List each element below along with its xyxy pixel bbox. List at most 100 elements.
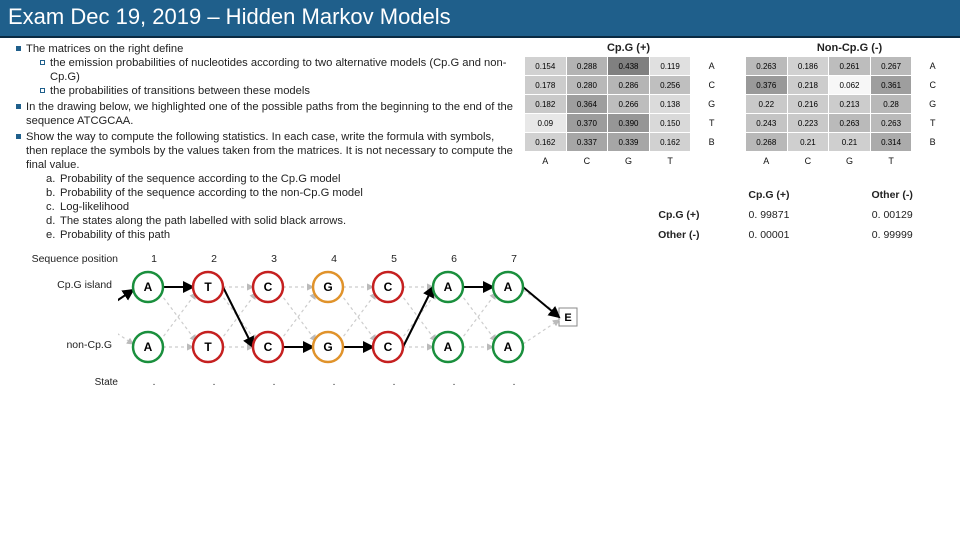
svg-text:T: T: [204, 340, 212, 354]
noncpg-emission-matrix: Non-Cp.G (-) 0.2630.1860.2610.267A0.3760…: [745, 42, 954, 171]
emission-cell: 0.119: [649, 57, 691, 76]
marker-b: b.: [46, 186, 55, 200]
emission-cell: 0.162: [525, 133, 567, 152]
bullet-3: Show the way to compute the following st…: [26, 131, 513, 171]
bullet-3a: Probability of the sequence according to…: [60, 173, 340, 185]
svg-text:C: C: [384, 340, 393, 354]
pos-6: 6: [424, 253, 484, 265]
emission-cell: 0.286: [608, 76, 650, 95]
emission-col-label: G: [829, 152, 871, 171]
svg-text:G: G: [323, 280, 332, 294]
svg-text:A: A: [504, 280, 513, 294]
svg-text:C: C: [384, 280, 393, 294]
seqpos-label: Sequence position: [0, 253, 124, 265]
emission-row-label: G: [912, 95, 954, 114]
svg-text:A: A: [144, 280, 153, 294]
emission-row-label: T: [691, 114, 733, 133]
trans-v11: 0. 99871: [708, 205, 831, 225]
pos-3: 3: [244, 253, 304, 265]
emission-col-label: T: [870, 152, 912, 171]
emission-cell: 0.186: [787, 57, 829, 76]
svg-text:A: A: [444, 340, 453, 354]
emission-cell: 0.361: [870, 76, 912, 95]
cpg-emission-matrix: Cp.G (+) 0.1540.2880.4380.119A0.1780.280…: [524, 42, 733, 171]
pos-4: 4: [304, 253, 364, 265]
emission-cell: 0.28: [870, 95, 912, 114]
marker-a: a.: [46, 172, 55, 186]
emission-cell: 0.266: [608, 95, 650, 114]
trans-col1: Cp.G (+): [708, 185, 831, 205]
emission-cell: 0.268: [746, 133, 788, 152]
emission-cell: 0.22: [746, 95, 788, 114]
emission-cell: 0.314: [870, 133, 912, 152]
emission-cell: 0.243: [746, 114, 788, 133]
emission-cell: 0.337: [566, 133, 608, 152]
emission-cell: 0.09: [525, 114, 567, 133]
trans-v22: 0. 99999: [830, 225, 954, 245]
emission-row-label: T: [912, 114, 954, 133]
emission-cell: 0.154: [525, 57, 567, 76]
hmm-svg: BEAATTCCGGCCAAAA: [118, 265, 758, 375]
emission-cell: 0.182: [525, 95, 567, 114]
emission-cell: 0.138: [649, 95, 691, 114]
emission-cell: 0.370: [566, 114, 608, 133]
bullet-3c: Log-likelihood: [60, 201, 129, 213]
cpg-matrix-title: Cp.G (+): [524, 42, 733, 54]
emission-cell: 0.178: [525, 76, 567, 95]
trans-v12: 0. 00129: [830, 205, 954, 225]
emission-cell: 0.364: [566, 95, 608, 114]
slide-title-bar: Exam Dec 19, 2019 – Hidden Markov Models: [0, 0, 960, 38]
emission-cell: 0.256: [649, 76, 691, 95]
bullet-1-sub-1: the emission probabilities of nucleotide…: [50, 57, 506, 83]
svg-text:G: G: [323, 340, 332, 354]
emission-cell: 0.162: [649, 133, 691, 152]
emission-col-label: A: [525, 152, 567, 171]
emission-row-label: B: [912, 133, 954, 152]
emission-row-label: A: [912, 57, 954, 76]
emission-cell: 0.21: [829, 133, 871, 152]
svg-text:A: A: [504, 340, 513, 354]
svg-text:T: T: [204, 280, 212, 294]
bullet-1-sub-2: the probabilities of transitions between…: [50, 85, 310, 97]
emission-cell: 0.263: [746, 57, 788, 76]
emission-cell: 0.223: [787, 114, 829, 133]
emission-cell: 0.339: [608, 133, 650, 152]
emission-col-label: G: [608, 152, 650, 171]
emission-col-label: T: [649, 152, 691, 171]
bullet-3e: Probability of this path: [60, 229, 170, 241]
bullet-1: The matrices on the right define: [26, 43, 183, 55]
emission-cell: 0.263: [829, 114, 871, 133]
slide-title: Exam Dec 19, 2019 – Hidden Markov Models: [8, 4, 451, 29]
emission-cell: 0.376: [746, 76, 788, 95]
emission-cell: 0.263: [870, 114, 912, 133]
emission-row-label: G: [691, 95, 733, 114]
emission-cell: 0.062: [829, 76, 871, 95]
emission-row-label: C: [691, 76, 733, 95]
svg-text:E: E: [564, 312, 571, 324]
pos-1: 1: [124, 253, 184, 265]
emission-cell: 0.150: [649, 114, 691, 133]
transition-matrix: Cp.G (+) Other (-) Cp.G (+) 0. 99871 0. …: [524, 185, 954, 245]
emission-row-label: C: [912, 76, 954, 95]
emission-row-label: B: [691, 133, 733, 152]
state-label: State: [0, 377, 124, 388]
bullet-2: In the drawing below, we highlighted one…: [26, 101, 513, 127]
marker-c: c.: [46, 200, 55, 214]
trans-row1-label: Cp.G (+): [584, 205, 708, 225]
emission-col-label: A: [746, 152, 788, 171]
emission-cell: 0.216: [787, 95, 829, 114]
emission-row-label: A: [691, 57, 733, 76]
trans-row2-label: Other (-): [584, 225, 708, 245]
emission-cell: 0.213: [829, 95, 871, 114]
emission-col-label: C: [566, 152, 608, 171]
emission-cell: 0.280: [566, 76, 608, 95]
pos-5: 5: [364, 253, 424, 265]
emission-cell: 0.390: [608, 114, 650, 133]
matrices-column: Cp.G (+) 0.1540.2880.4380.119A0.1780.280…: [524, 42, 954, 245]
svg-text:A: A: [444, 280, 453, 294]
emission-cell: 0.218: [787, 76, 829, 95]
trans-col2: Other (-): [830, 185, 954, 205]
emission-cell: 0.438: [608, 57, 650, 76]
marker-e: e.: [46, 228, 55, 242]
emission-col-label: C: [787, 152, 829, 171]
